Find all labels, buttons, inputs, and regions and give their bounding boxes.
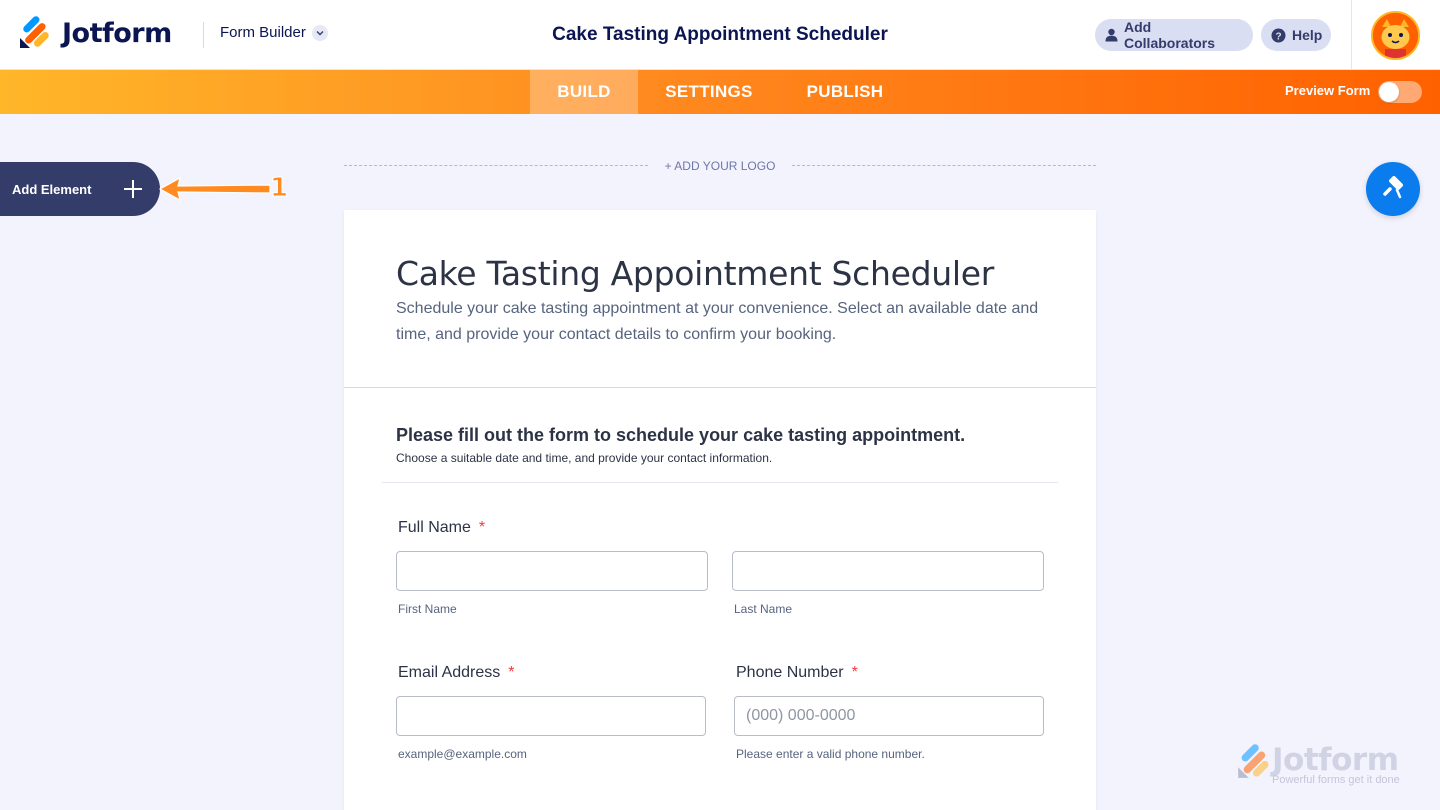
paint-roller-icon — [1383, 176, 1403, 199]
tab-publish[interactable]: PUBLISH — [790, 70, 900, 114]
header-divider — [203, 22, 204, 48]
form-description[interactable]: Schedule your cake tasting appointment a… — [396, 296, 1056, 348]
phone-label[interactable]: Phone Number * — [736, 664, 858, 682]
form-heading[interactable]: Cake Tasting Appointment Scheduler — [396, 254, 994, 293]
header-divider-line — [344, 387, 1096, 388]
watermark-tagline: Powerful forms get it done — [1272, 774, 1400, 786]
svg-text:?: ? — [1275, 31, 1281, 42]
jotform-watermark: Jotform Powerful forms get it done — [1236, 742, 1406, 788]
watermark-brand: Jotform — [1272, 742, 1399, 778]
jotform-watermark-logo-icon — [1238, 744, 1269, 778]
section-divider-line — [382, 482, 1058, 483]
required-mark: * — [508, 664, 515, 681]
form-builder-dropdown[interactable]: Form Builder — [220, 24, 328, 41]
help-label: Help — [1292, 27, 1323, 43]
form-designer-button[interactable] — [1366, 162, 1420, 216]
header-right-divider — [1351, 0, 1352, 70]
top-header: Jotform Form Builder Cake Tasting Appoin… — [0, 0, 1440, 70]
section-heading[interactable]: Please fill out the form to schedule you… — [396, 425, 965, 446]
question-icon: ? — [1271, 28, 1286, 43]
first-name-input[interactable] — [396, 551, 708, 591]
first-name-hint: First Name — [398, 602, 457, 616]
form-card: Cake Tasting Appointment Scheduler Sched… — [344, 210, 1096, 810]
tab-build[interactable]: BUILD — [530, 70, 638, 114]
header-title-text[interactable]: Cake Tasting Appointment Scheduler — [552, 24, 888, 45]
toggle-knob — [1379, 82, 1399, 102]
add-element-label: Add Element — [12, 181, 92, 197]
jotform-logo-icon — [20, 16, 49, 48]
email-input[interactable] — [396, 696, 706, 736]
builder-nav-bar: BUILD SETTINGS PUBLISH Preview Form — [0, 70, 1440, 114]
tab-settings[interactable]: SETTINGS — [644, 70, 774, 114]
phone-input[interactable] — [734, 696, 1044, 736]
help-button[interactable]: ? Help — [1261, 19, 1331, 51]
add-collaborators-label: Add Collaborators — [1124, 19, 1216, 51]
phone-label-text: Phone Number — [736, 664, 844, 681]
add-logo-link[interactable]: + ADD YOUR LOGO — [648, 159, 792, 173]
form-builder-label: Form Builder — [220, 24, 306, 41]
email-label-text: Email Address — [398, 664, 501, 681]
email-hint: example@example.com — [398, 747, 527, 761]
section-subheading[interactable]: Choose a suitable date and time, and pro… — [396, 451, 772, 465]
add-collaborators-button[interactable]: Add Collaborators — [1095, 19, 1253, 51]
email-label[interactable]: Email Address * — [398, 664, 515, 682]
add-element-button[interactable]: Add Element — [0, 162, 160, 216]
user-icon — [1105, 28, 1118, 42]
full-name-label-text: Full Name — [398, 519, 471, 536]
phone-hint: Please enter a valid phone number. — [736, 747, 925, 761]
brand-wordmark: Jotform — [62, 17, 172, 49]
chevron-down-icon — [311, 24, 328, 41]
arrow-annotation-icon — [158, 176, 271, 202]
avatar-icon — [1373, 13, 1418, 58]
logo-dashed-line-right — [792, 165, 1096, 166]
preview-form-label: Preview Form — [1285, 83, 1371, 98]
required-mark: * — [478, 519, 486, 536]
required-mark: * — [851, 664, 858, 681]
jotform-logo[interactable]: Jotform — [18, 16, 172, 50]
step-number-annotation: 1 — [269, 173, 289, 203]
last-name-hint: Last Name — [734, 602, 793, 616]
avatar[interactable] — [1371, 11, 1420, 60]
preview-form-toggle[interactable] — [1378, 81, 1422, 103]
last-name-input[interactable] — [732, 551, 1044, 591]
full-name-label[interactable]: Full Name * — [398, 519, 485, 537]
plus-icon — [124, 180, 142, 198]
logo-dashed-line-left — [344, 165, 648, 166]
